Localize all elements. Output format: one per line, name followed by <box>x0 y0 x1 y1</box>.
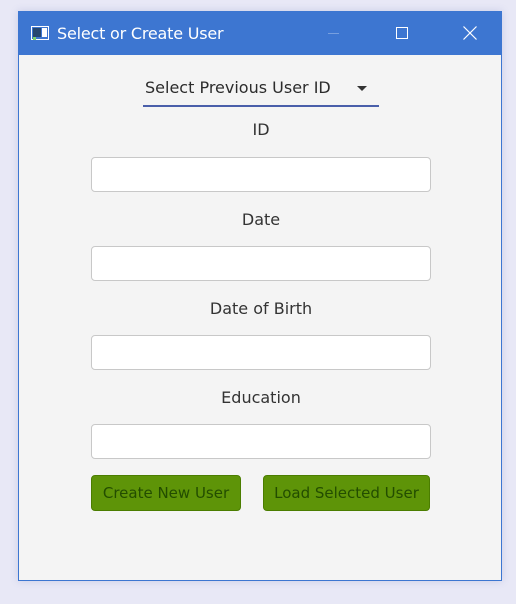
caret-down-icon <box>357 86 367 91</box>
education-label: Education <box>221 388 301 407</box>
date-of-birth-label: Date of Birth <box>209 299 313 318</box>
window-app-icon <box>31 26 49 40</box>
date-field[interactable] <box>91 246 431 281</box>
maximize-icon <box>396 27 408 39</box>
id-field[interactable] <box>91 157 431 192</box>
id-label: ID <box>252 120 270 139</box>
date-of-birth-field[interactable] <box>91 335 431 370</box>
previous-user-select[interactable]: Select Previous User ID <box>143 75 379 107</box>
education-field[interactable] <box>91 424 431 459</box>
close-button[interactable] <box>447 12 493 55</box>
minimize-button[interactable] <box>311 12 357 55</box>
previous-user-select-label: Select Previous User ID <box>145 78 331 97</box>
load-selected-user-button[interactable]: Load Selected User <box>263 475 430 511</box>
create-new-user-button[interactable]: Create New User <box>91 475 241 511</box>
minimize-icon <box>328 33 339 34</box>
window-title: Select or Create User <box>57 24 224 43</box>
title-bar[interactable]: Select or Create User <box>19 12 501 55</box>
date-label: Date <box>241 210 281 229</box>
select-user-window: Select or Create User Select Previous Us… <box>18 11 502 581</box>
close-icon <box>463 26 477 40</box>
maximize-button[interactable] <box>379 12 425 55</box>
